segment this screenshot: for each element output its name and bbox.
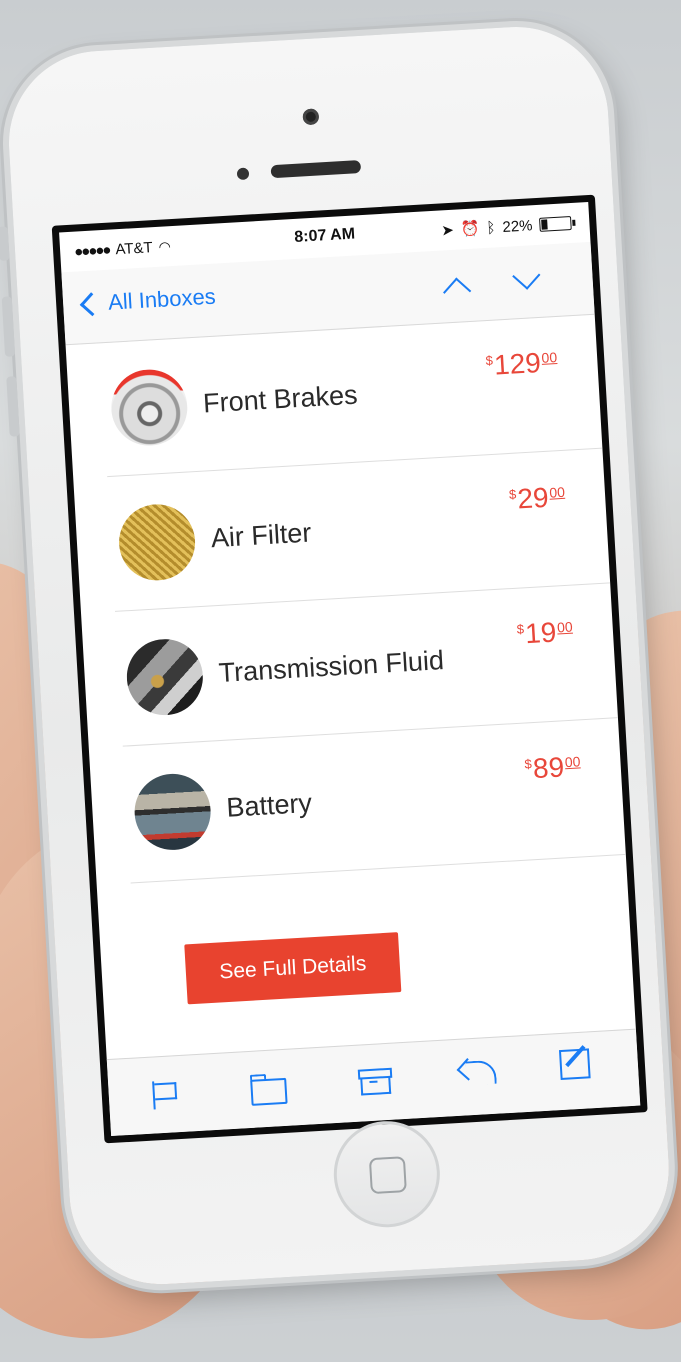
iphone-body: ●●●●● AT&T ◠ 8:07 AM ➤ ⏰ ᛒ 22% All Inbox… [0,21,674,1290]
item-price: $ 129 00 [485,346,558,382]
proximity-sensor [236,167,250,181]
next-message-icon[interactable] [512,261,541,290]
mail-toolbar [106,1028,641,1136]
brake-disc-image [109,367,190,448]
see-full-details-button[interactable]: See Full Details [184,932,402,1005]
flag-icon[interactable] [152,1080,178,1110]
item-name: Air Filter [210,517,313,554]
archive-icon[interactable] [357,1067,393,1096]
price-cents: 00 [564,753,581,771]
chevron-left-icon [79,291,104,316]
reply-arc [465,1059,497,1086]
phone-screen: ●●●●● AT&T ◠ 8:07 AM ➤ ⏰ ᛒ 22% All Inbox… [51,194,648,1144]
volume-up-button [1,296,16,357]
transmission-image [124,637,205,718]
reply-icon[interactable] [456,1056,497,1086]
price-dollars: 129 [493,347,542,381]
home-square-icon [368,1156,407,1195]
price-dollars: 19 [524,616,558,650]
price-currency: $ [516,621,525,637]
back-label: All Inboxes [107,283,217,315]
volume-down-button [6,376,20,437]
back-button[interactable]: All Inboxes [77,284,217,318]
alarm-icon: ⏰ [460,220,481,239]
item-name: Battery [225,787,313,823]
item-price: $ 89 00 [524,750,582,785]
home-button[interactable] [330,1118,443,1231]
battery-percent: 22% [501,216,533,236]
air-filter-image [116,502,198,583]
item-price: $ 19 00 [516,616,574,651]
previous-message-icon[interactable] [443,277,472,306]
mute-switch [0,226,10,261]
car-battery-image [132,771,213,853]
price-cents: 00 [548,483,566,501]
list-item[interactable]: Battery $ 89 00 [122,718,626,884]
earpiece-speaker [270,160,362,179]
flag-cloth [154,1082,178,1101]
phone-wrapper: ●●●●● AT&T ◠ 8:07 AM ➤ ⏰ ᛒ 22% All Inbox… [0,0,681,1290]
status-right: ➤ ⏰ ᛒ 22% [441,214,572,239]
battery-fill [541,219,548,230]
compose-pen [565,1045,586,1068]
price-cents: 00 [541,349,558,366]
location-icon: ➤ [440,221,455,240]
service-list: Front Brakes $ 129 00 Air Filter $ 29 00 [66,313,626,886]
price-currency: $ [485,352,494,369]
item-name: Front Brakes [202,379,359,419]
battery-icon [539,216,572,232]
price-cents: 00 [556,618,574,636]
front-camera [302,108,320,126]
compose-icon[interactable] [558,1045,591,1081]
price-currency: $ [508,486,517,503]
folder-icon[interactable] [250,1077,288,1106]
archive-box [360,1075,392,1096]
price-dollars: 89 [532,751,565,785]
item-price: $ 29 00 [508,481,566,516]
price-dollars: 29 [516,481,550,515]
price-currency: $ [524,756,533,772]
item-name: Transmission Fluid [217,645,445,689]
bluetooth-icon: ᛒ [485,218,496,237]
